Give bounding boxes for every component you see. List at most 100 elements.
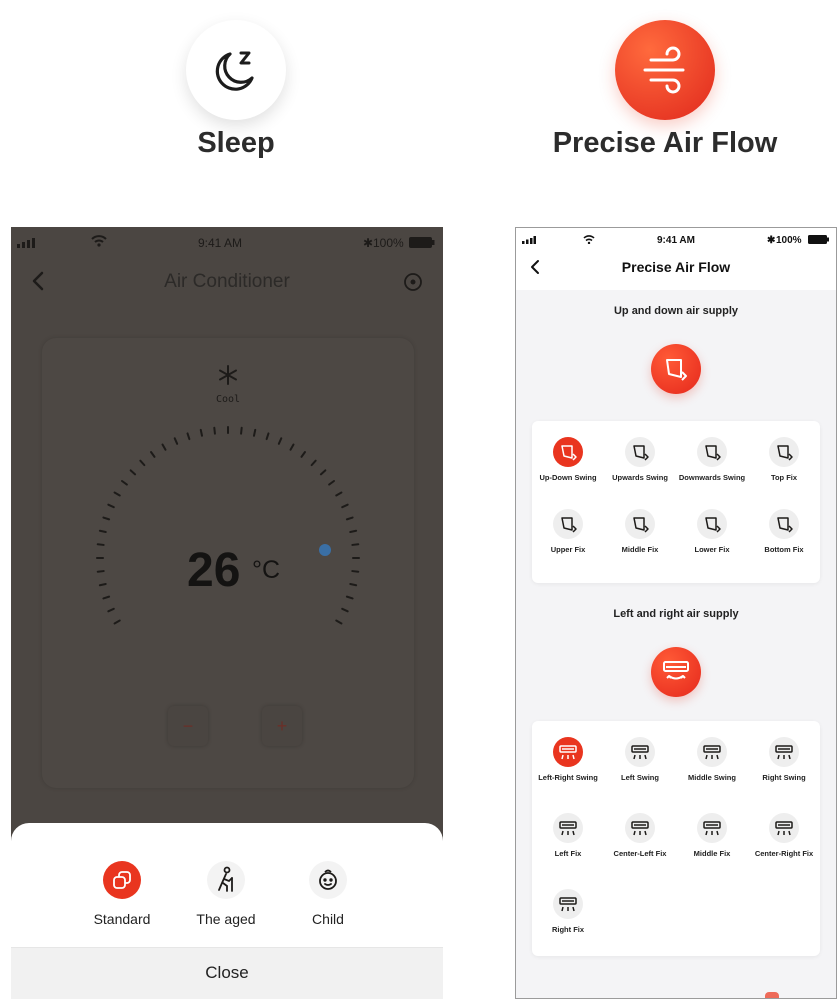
left-right-option-label: Center-Left Fix bbox=[613, 849, 667, 858]
sleep-mode-screen: 9:41 AM ✱ 100% Air Conditioner Cool 26 °… bbox=[11, 227, 443, 999]
left-right-option[interactable]: Right Swing bbox=[748, 737, 820, 782]
battery-percent: 100% bbox=[776, 235, 802, 246]
left-right-option[interactable]: Middle Fix bbox=[676, 813, 748, 858]
up-down-option-label: Upper Fix bbox=[550, 545, 586, 554]
airflow-feature-icon bbox=[615, 20, 715, 120]
left-right-section-title: Left and right air supply bbox=[613, 608, 739, 620]
dial-tick bbox=[121, 480, 128, 486]
up-down-section-title: Up and down air supply bbox=[613, 305, 739, 317]
signal-icon bbox=[522, 236, 536, 244]
settings-icon[interactable] bbox=[403, 272, 423, 292]
dial-tick bbox=[351, 570, 360, 573]
standard-mode-button[interactable] bbox=[103, 861, 141, 899]
left-right-option-icon bbox=[697, 737, 727, 767]
up-down-option-icon bbox=[697, 509, 727, 539]
dial-tick bbox=[345, 595, 354, 600]
up-down-option-icon bbox=[625, 437, 655, 467]
dial-tick bbox=[341, 607, 349, 613]
up-down-option-icon bbox=[553, 509, 583, 539]
up-down-option-label: Middle Fix bbox=[621, 545, 659, 554]
left-right-option-icon bbox=[697, 813, 727, 843]
left-right-option[interactable]: Left-Right Swing bbox=[532, 737, 604, 782]
left-right-option[interactable]: Left Fix bbox=[532, 813, 604, 858]
thermostat-card: Cool 26 °C − + bbox=[42, 338, 414, 788]
temperature-value: 26 bbox=[187, 544, 241, 597]
dial-tick bbox=[341, 503, 349, 509]
dial-tick bbox=[349, 582, 358, 587]
up-down-option[interactable]: Middle Fix bbox=[604, 509, 676, 554]
up-down-option-icon bbox=[697, 437, 727, 467]
standard-mode-label[interactable]: Standard bbox=[77, 911, 167, 927]
dial-tick bbox=[96, 543, 105, 546]
aged-mode-button[interactable] bbox=[207, 861, 245, 899]
battery-icon bbox=[808, 235, 829, 244]
dial-tick bbox=[310, 459, 317, 467]
up-down-option[interactable]: Upper Fix bbox=[532, 509, 604, 554]
left-right-option-label: Middle Swing bbox=[688, 773, 736, 782]
up-down-option-label: Top Fix bbox=[770, 473, 798, 482]
left-right-option[interactable]: Left Swing bbox=[604, 737, 676, 782]
temperature-unit: °C bbox=[252, 556, 281, 584]
vertical-vane-icon bbox=[666, 359, 687, 381]
dial-tick bbox=[107, 607, 115, 613]
up-down-option[interactable]: Lower Fix bbox=[676, 509, 748, 554]
airflow-title: Precise Air Flow bbox=[552, 127, 778, 159]
up-down-option-icon bbox=[769, 509, 799, 539]
up-down-option-icon bbox=[625, 509, 655, 539]
child-mode-label[interactable]: Child bbox=[283, 911, 373, 927]
up-down-option-icon bbox=[553, 437, 583, 467]
horizontal-vane-icon bbox=[663, 661, 689, 680]
dial-tick bbox=[300, 451, 306, 458]
dial-tick bbox=[349, 529, 358, 534]
left-right-option[interactable]: Right Fix bbox=[532, 889, 604, 934]
up-down-option[interactable]: Up-Down Swing bbox=[532, 437, 604, 482]
up-down-option[interactable]: Downwards Swing bbox=[676, 437, 748, 482]
dial-tick bbox=[240, 426, 243, 435]
up-down-option-label: Bottom Fix bbox=[764, 545, 804, 554]
page-title: Precise Air Flow bbox=[621, 259, 731, 275]
left-right-option-icon bbox=[625, 737, 655, 767]
up-down-option-label: Downwards Swing bbox=[678, 473, 746, 482]
dial-tick bbox=[173, 437, 179, 445]
up-down-option-icon bbox=[769, 437, 799, 467]
bluetooth-icon: ✱ bbox=[363, 236, 374, 250]
status-time: 9:41 AM bbox=[657, 235, 695, 246]
left-right-option-label: Left-Right Swing bbox=[538, 773, 598, 782]
status-time: 9:41 AM bbox=[198, 236, 243, 250]
up-down-option[interactable]: Bottom Fix bbox=[748, 509, 820, 554]
dial-tick bbox=[328, 480, 335, 486]
standard-mode-icon bbox=[113, 871, 131, 889]
left-right-option-icon bbox=[553, 737, 583, 767]
dial-tick bbox=[345, 516, 354, 521]
dial-tick bbox=[265, 432, 270, 441]
child-mode-button[interactable] bbox=[309, 861, 347, 899]
close-button[interactable]: Close bbox=[11, 947, 443, 999]
dial-handle[interactable] bbox=[319, 544, 331, 556]
dial-tick bbox=[289, 443, 295, 451]
left-right-option-label: Right Swing bbox=[762, 773, 806, 782]
left-right-option-label: Right Fix bbox=[551, 925, 585, 934]
up-down-option-label: Lower Fix bbox=[694, 545, 730, 554]
decrease-temp-button[interactable]: − bbox=[168, 706, 208, 746]
battery-percent: 100% bbox=[373, 236, 404, 250]
increase-temp-button[interactable]: + bbox=[262, 706, 302, 746]
dial-tick bbox=[102, 516, 111, 521]
up-down-option[interactable]: Top Fix bbox=[748, 437, 820, 482]
dial-tick bbox=[107, 503, 115, 509]
up-down-option[interactable]: Upwards Swing bbox=[604, 437, 676, 482]
left-right-option[interactable]: Center-Right Fix bbox=[748, 813, 820, 858]
left-right-option-label: Left Swing bbox=[621, 773, 659, 782]
dial-tick bbox=[252, 428, 257, 437]
left-right-option[interactable]: Middle Swing bbox=[676, 737, 748, 782]
up-down-options: Up-Down Swing Upwards Swing Downwards Swin… bbox=[532, 421, 820, 583]
left-right-option[interactable]: Center-Left Fix bbox=[604, 813, 676, 858]
dial-tick bbox=[335, 619, 343, 625]
precise-airflow-screen: 9:41 AM ✱ 100% Precise Air Flow Up and d… bbox=[515, 227, 837, 999]
signal-icon bbox=[17, 238, 35, 248]
dial-tick bbox=[96, 570, 105, 573]
moon-z-icon bbox=[215, 51, 254, 91]
mode-label: Cool bbox=[215, 394, 241, 405]
left-right-option-icon bbox=[553, 813, 583, 843]
up-down-option-label: Upwards Swing bbox=[612, 473, 668, 482]
aged-mode-label[interactable]: The aged bbox=[181, 911, 271, 927]
